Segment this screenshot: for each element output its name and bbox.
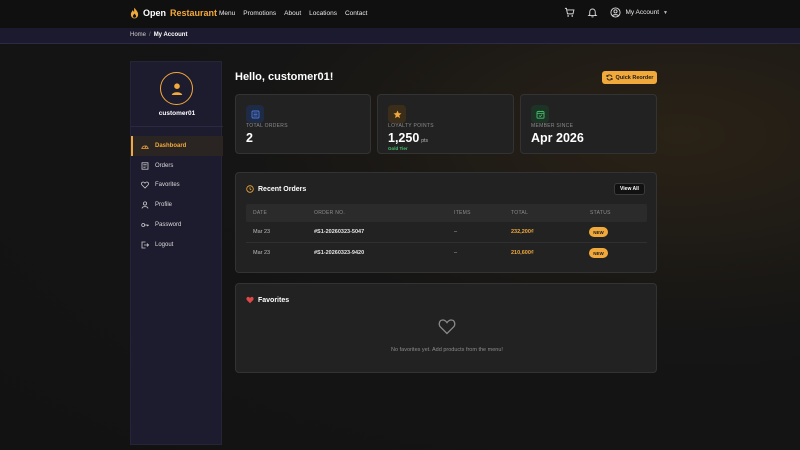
nav-link-about[interactable]: About — [284, 10, 301, 17]
account-sidebar: customer01 Dashboard Orders Favorites Pr… — [130, 61, 223, 445]
sidebar-divider — [131, 126, 223, 127]
logout-icon — [141, 241, 149, 249]
breadcrumb-home[interactable]: Home — [130, 32, 146, 38]
nav-actions: My Account ▼ — [564, 7, 668, 18]
favorites-card: Favorites No favorites yet. Add products… — [235, 283, 657, 373]
sidebar-item-label: Orders — [155, 162, 174, 169]
sidebar-username: customer01 — [158, 110, 196, 117]
tier-label: Gold Tier — [388, 146, 408, 151]
order-date: Mar 23 — [253, 229, 271, 235]
quick-reorder-label: Quick Reorder — [615, 74, 654, 81]
orders-table-header: DATE ORDER NO. ITEMS TOTAL STATUS — [246, 204, 647, 222]
chevron-down-icon: ▼ — [663, 9, 668, 16]
sidebar-item-profile[interactable]: Profile — [131, 195, 223, 215]
user-avatar-icon — [171, 82, 182, 95]
receipt-icon — [141, 162, 149, 170]
column-header-date: DATE — [253, 210, 268, 216]
bell-icon[interactable] — [587, 7, 598, 18]
column-header-total: TOTAL — [511, 210, 529, 216]
order-items: – — [454, 229, 458, 235]
stat-label: TOTAL ORDERS — [246, 123, 288, 129]
order-date: Mar 23 — [253, 250, 271, 256]
avatar — [160, 72, 193, 105]
page-title: Hello, customer01! — [235, 71, 334, 83]
points-value: 1,250 — [388, 131, 420, 145]
favorites-heading: Favorites — [258, 296, 290, 304]
stat-card-loyalty-points: LOYALTY POINTS 1,250 pts Gold Tier — [377, 94, 514, 154]
column-header-status: STATUS — [590, 210, 611, 216]
user-circle-icon — [610, 7, 621, 18]
dashboard-icon — [141, 145, 149, 149]
stat-value: Apr 2026 — [531, 131, 584, 145]
heart-filled-icon — [246, 296, 254, 304]
recent-orders-card: Recent Orders View All DATE ORDER NO. IT… — [235, 172, 657, 273]
my-account-menu[interactable]: My Account ▼ — [610, 7, 668, 18]
favorites-title: Favorites — [246, 296, 289, 304]
sidebar-item-favorites[interactable]: Favorites — [131, 176, 223, 196]
sidebar-item-label: Profile — [155, 202, 173, 209]
nav-links: Menu Promotions About Locations Contact — [219, 10, 367, 17]
nav-link-contact[interactable]: Contact — [345, 10, 367, 17]
heart-icon — [141, 182, 149, 190]
cart-icon[interactable] — [564, 7, 575, 18]
clock-icon — [246, 185, 254, 193]
sidebar-item-password[interactable]: Password — [131, 215, 223, 235]
calendar-icon — [531, 105, 549, 123]
order-total: 232,200₫ — [511, 229, 534, 235]
top-navbar: Open Restaurant Menu Promotions About Lo… — [0, 0, 800, 28]
sidebar-item-label: Favorites — [155, 182, 180, 189]
breadcrumb-bar: Home / My Account — [0, 28, 800, 44]
stat-card-total-orders: TOTAL ORDERS 2 — [235, 94, 371, 154]
favorites-empty-message: No favorites yet. Add products from the … — [391, 347, 503, 353]
table-row[interactable]: Mar 23 #S1-20260323-9420 – 210,600₫ NEW — [246, 243, 647, 264]
points-unit: pts — [421, 138, 428, 144]
table-row[interactable]: Mar 23 #S1-20260323-5047 – 232,200₫ NEW — [246, 222, 647, 243]
breadcrumb-separator: / — [149, 32, 151, 38]
stat-value: 1,250 pts — [388, 131, 428, 145]
nav-link-promotions[interactable]: Promotions — [243, 10, 276, 17]
my-account-label: My Account — [625, 9, 660, 16]
key-icon — [141, 223, 149, 227]
list-icon — [246, 105, 264, 123]
sidebar-menu: Dashboard Orders Favorites Profile Passw… — [131, 136, 223, 255]
nav-link-menu[interactable]: Menu — [219, 10, 235, 17]
breadcrumb: Home / My Account — [130, 32, 187, 38]
status-badge: NEW — [589, 248, 608, 258]
quick-reorder-button[interactable]: Quick Reorder — [602, 71, 657, 84]
sidebar-item-logout[interactable]: Logout — [131, 235, 223, 255]
brand-logo[interactable]: Open Restaurant — [130, 7, 217, 19]
order-items: – — [454, 250, 458, 256]
view-all-button[interactable]: View All — [614, 183, 645, 195]
heart-outline-icon — [438, 319, 456, 335]
sidebar-item-dashboard[interactable]: Dashboard — [131, 136, 223, 156]
stat-label: MEMBER SINCE — [531, 123, 574, 129]
status-badge: NEW — [589, 227, 608, 237]
order-total: 210,600₫ — [511, 250, 534, 256]
brand-name-open: Open — [143, 8, 167, 18]
order-number[interactable]: #S1-20260323-5047 — [314, 229, 364, 235]
user-icon — [141, 201, 149, 209]
sidebar-item-label: Logout — [155, 241, 174, 248]
flame-icon — [130, 7, 139, 19]
nav-link-locations[interactable]: Locations — [309, 10, 337, 17]
recent-orders-title: Recent Orders — [246, 185, 306, 193]
stat-value: 2 — [246, 131, 253, 145]
column-header-order-no: ORDER NO. — [314, 210, 346, 216]
recent-orders-heading: Recent Orders — [258, 185, 307, 193]
stat-card-member-since: MEMBER SINCE Apr 2026 — [520, 94, 657, 154]
refresh-icon — [606, 74, 613, 81]
sidebar-item-label: Password — [155, 222, 182, 229]
stat-label: LOYALTY POINTS — [388, 123, 434, 129]
sidebar-item-label: Dashboard — [155, 142, 187, 149]
column-header-items: ITEMS — [454, 210, 471, 216]
star-icon — [388, 105, 406, 123]
brand-name-restaurant: Restaurant — [170, 8, 218, 18]
sidebar-item-orders[interactable]: Orders — [131, 156, 223, 176]
breadcrumb-current: My Account — [153, 32, 188, 38]
order-number[interactable]: #S1-20260323-9420 — [314, 250, 364, 256]
